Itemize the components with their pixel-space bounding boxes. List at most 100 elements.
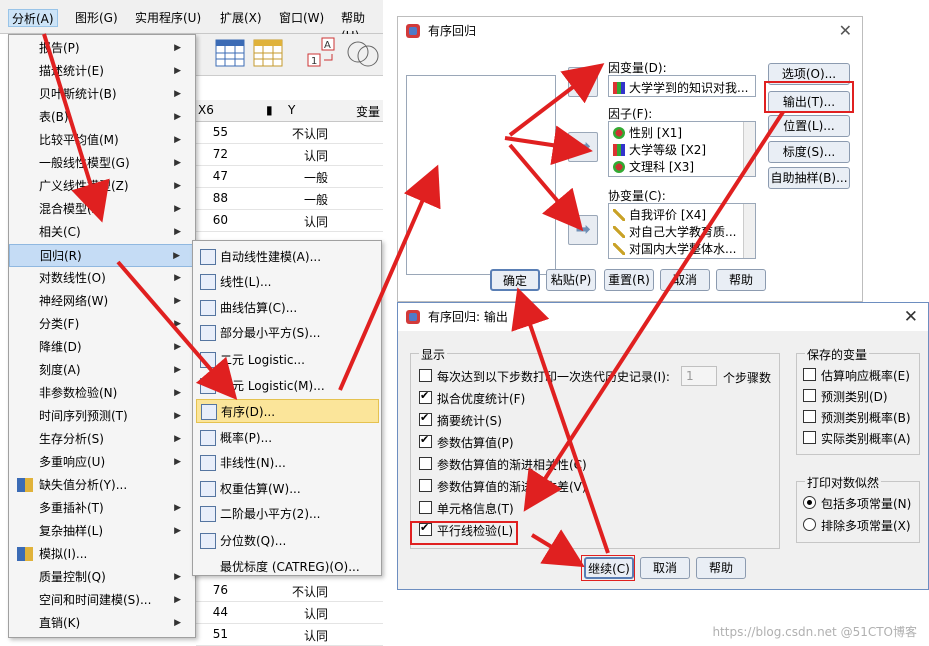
analyze-menu-item[interactable]: 模拟(I)... — [9, 543, 195, 566]
regression-menu-item[interactable]: 二元 Logistic... — [196, 348, 379, 372]
loglikelihood-radio[interactable] — [803, 496, 816, 509]
regression-menu-item[interactable]: 有序(D)... — [196, 398, 379, 423]
display-option-checkbox[interactable] — [419, 369, 432, 382]
cell-y[interactable]: 不认同 — [256, 125, 328, 142]
column-header-var[interactable]: 变量 — [356, 103, 380, 120]
table-icon[interactable] — [215, 39, 245, 67]
scale-button[interactable]: 标度(S)... — [768, 141, 850, 163]
analyze-menu-item[interactable]: 一般线性模型(G) ▶ — [9, 152, 195, 175]
location-button[interactable]: 位置(L)... — [768, 115, 850, 137]
analyze-menu-item[interactable]: 复杂抽样(L) ▶ — [9, 520, 195, 543]
scrollbar[interactable] — [743, 204, 755, 258]
cell-x6[interactable]: 76 — [196, 583, 228, 597]
analyze-menu-item[interactable]: 非参数检验(N) ▶ — [9, 382, 195, 405]
analyze-menu-item[interactable]: 神经网络(W) ▶ — [9, 290, 195, 313]
menu-window[interactable]: 窗口(W) — [276, 9, 327, 27]
dependent-field[interactable]: 大学学到的知识对我... — [608, 75, 756, 97]
menu-extensions[interactable]: 扩展(X) — [217, 9, 265, 27]
cell-x6[interactable]: 88 — [196, 191, 228, 205]
cell-y[interactable]: 认同 — [256, 147, 328, 164]
venn-icon[interactable] — [347, 41, 379, 67]
analyze-menu-item[interactable]: 质量控制(Q) ▶ — [9, 566, 195, 589]
list-item[interactable]: 文理科 [X3] — [613, 158, 739, 175]
display-option-checkbox[interactable] — [419, 457, 432, 470]
analyze-menu-item[interactable]: 时间序列预测(T) ▶ — [9, 405, 195, 428]
display-option-checkbox[interactable] — [419, 389, 432, 404]
list-item[interactable]: 对自己大学教育质... — [613, 223, 739, 240]
menu-analyze[interactable]: 分析(A) — [8, 9, 58, 27]
regression-menu-item[interactable]: 自动线性建模(A)... — [196, 245, 379, 269]
analyze-menu-item[interactable]: 多重插补(T) ▶ — [9, 497, 195, 520]
cell-y[interactable]: 不认同 — [256, 583, 328, 600]
help-button[interactable]: 帮助 — [716, 269, 766, 291]
scrollbar[interactable] — [743, 122, 755, 176]
help-button[interactable]: 帮助 — [696, 557, 746, 579]
analyze-menu-item[interactable]: 相关(C) ▶ — [9, 221, 195, 244]
list-item[interactable]: 大学等级 [X2] — [613, 141, 739, 158]
move-to-covariate-button[interactable]: ➡ — [568, 215, 598, 245]
regression-menu-item[interactable]: 部分最小平方(S)... — [196, 321, 379, 345]
display-option-checkbox[interactable] — [419, 479, 432, 492]
regression-menu-item[interactable]: 概率(P)... — [196, 426, 379, 450]
cell-x6[interactable]: 60 — [196, 213, 228, 227]
display-option-checkbox[interactable] — [419, 501, 432, 514]
cell-y[interactable]: 一般 — [256, 191, 328, 208]
display-option-checkbox[interactable] — [419, 411, 432, 426]
regression-menu-item[interactable]: 非线性(N)... — [196, 451, 379, 475]
regression-menu-item[interactable]: 分位数(Q)... — [196, 529, 379, 553]
menu-graphs[interactable]: 图形(G) — [72, 9, 121, 27]
covariate-list[interactable]: 自我评价 [X4] 对自己大学教育质... 对国内大学整体水... — [608, 203, 756, 259]
analyze-menu-item[interactable]: 报告(P) ▶ — [9, 37, 195, 60]
analyze-menu-item[interactable]: 空间和时间建模(S)... ▶ — [9, 589, 195, 612]
analyze-menu-item[interactable]: 描述统计(E) ▶ — [9, 60, 195, 83]
cancel-button[interactable]: 取消 — [640, 557, 690, 579]
regression-menu-item[interactable]: 多元 Logistic(M)... — [196, 374, 379, 398]
cell-x6[interactable]: 72 — [196, 147, 228, 161]
factor-list[interactable]: 性别 [X1] 大学等级 [X2] 文理科 [X3] — [608, 121, 756, 177]
column-header-x6[interactable]: X6 — [198, 103, 214, 117]
regression-menu-item[interactable]: 曲线估算(C)... — [196, 296, 379, 320]
move-to-dependent-button[interactable]: ➡ — [568, 67, 598, 97]
analyze-menu-item[interactable]: 回归(R) ▶ — [9, 244, 195, 267]
analyze-menu-item[interactable]: 表(B) ▶ — [9, 106, 195, 129]
analyze-menu-item[interactable]: 多重响应(U) ▶ — [9, 451, 195, 474]
regression-menu-item[interactable]: 二阶最小平方(2)... — [196, 502, 379, 526]
column-header-y[interactable]: Y — [288, 103, 295, 117]
close-icon[interactable]: ✕ — [904, 303, 918, 331]
cancel-button[interactable]: 取消 — [660, 269, 710, 291]
cell-x6[interactable]: 51 — [196, 627, 228, 641]
analyze-menu-item[interactable]: 分类(F) ▶ — [9, 313, 195, 336]
cell-x6[interactable]: 47 — [196, 169, 228, 183]
source-variable-list[interactable] — [406, 75, 556, 275]
variable-view-icon[interactable] — [253, 39, 283, 67]
list-item[interactable]: 对国内大学整体水... — [613, 240, 739, 257]
cell-y[interactable]: 一般 — [256, 169, 328, 186]
analyze-menu-item[interactable]: 缺失值分析(Y)... — [9, 474, 195, 497]
analyze-menu-item[interactable]: 广义线性模型(Z) ▶ — [9, 175, 195, 198]
bootstrap-button[interactable]: 自助抽样(B)... — [768, 167, 850, 189]
analyze-menu-item[interactable]: 混合模型(X) ▶ — [9, 198, 195, 221]
menu-utilities[interactable]: 实用程序(U) — [132, 9, 204, 27]
cell-y[interactable]: 认同 — [256, 213, 328, 230]
cell-y[interactable]: 认同 — [256, 627, 328, 644]
list-item[interactable]: 性别 [X1] — [613, 124, 739, 141]
ok-button[interactable]: 确定 — [490, 269, 540, 291]
analyze-menu-item[interactable]: 贝叶斯统计(B) ▶ — [9, 83, 195, 106]
regression-menu-item[interactable]: 最优标度 (CATREG)(O)... — [196, 555, 379, 579]
analyze-menu-item[interactable]: 降维(D) ▶ — [9, 336, 195, 359]
saved-variable-checkbox[interactable] — [803, 368, 816, 381]
saved-variable-checkbox[interactable] — [803, 431, 816, 444]
list-item[interactable]: 自我评价 [X4] — [613, 206, 739, 223]
analyze-menu-item[interactable]: 生存分析(S) ▶ — [9, 428, 195, 451]
regression-menu-item[interactable]: 权重估算(W)... — [196, 477, 379, 501]
analyze-menu-item[interactable]: 对数线性(O) ▶ — [9, 267, 195, 290]
cell-x6[interactable]: 44 — [196, 605, 228, 619]
close-icon[interactable]: ✕ — [839, 17, 852, 45]
analyze-menu-item[interactable]: 刻度(A) ▶ — [9, 359, 195, 382]
display-option-checkbox[interactable] — [419, 433, 432, 448]
saved-variable-checkbox[interactable] — [803, 389, 816, 402]
analyze-menu-item[interactable]: 比较平均值(M) ▶ — [9, 129, 195, 152]
value-labels-icon[interactable]: A 1 — [307, 37, 335, 67]
reset-button[interactable]: 重置(R) — [604, 269, 654, 291]
cell-y[interactable]: 认同 — [256, 605, 328, 622]
